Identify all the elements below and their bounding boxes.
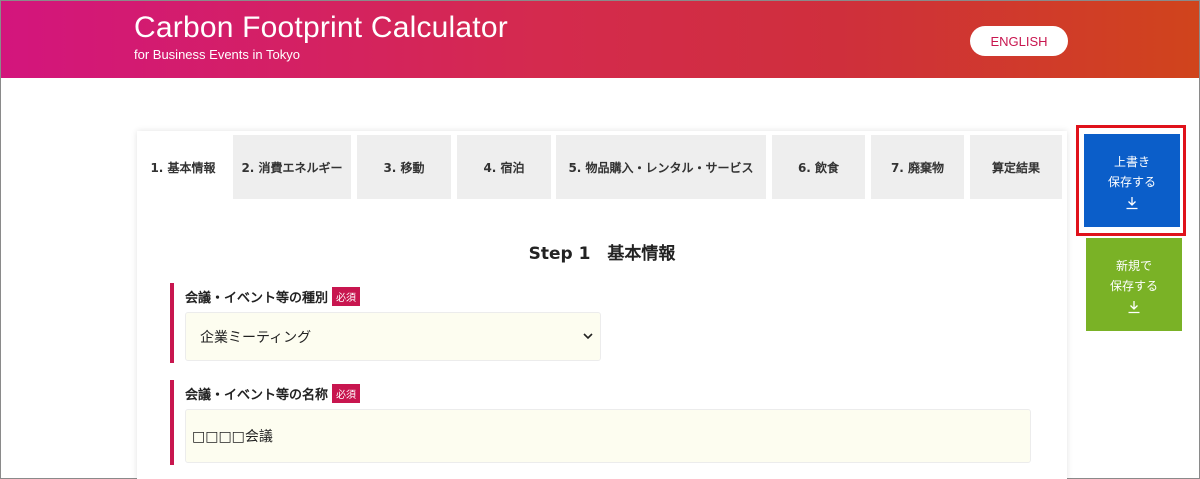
tab-food[interactable]: 6. 飲食 [772,135,865,199]
form-panel: 1. 基本情報 2. 消費エネルギー 3. 移動 4. 宿泊 5. 物品購入・レ… [137,131,1067,479]
tab-waste[interactable]: 7. 廃棄物 [871,135,964,199]
event-name-input[interactable]: □□□□会議 [185,409,1031,463]
new-save-line2: 保存する [1109,278,1158,293]
app-header: Carbon Footprint Calculator for Business… [1,1,1199,78]
new-save-line1: 新規で [1115,258,1152,273]
step-tabs: 1. 基本情報 2. 消費エネルギー 3. 移動 4. 宿泊 5. 物品購入・レ… [137,135,1067,199]
new-save-button[interactable]: 新規で 保存する [1086,238,1182,331]
tab-basic-info[interactable]: 1. 基本情報 [137,135,229,199]
tab-purchases[interactable]: 5. 物品購入・レンタル・サービス [556,135,766,199]
download-icon [1128,300,1140,313]
chevron-down-icon [583,333,593,340]
highlight-frame [1076,125,1186,236]
event-type-value: 企業ミーティング [200,329,312,346]
event-type-select[interactable]: 企業ミーティング [185,312,601,361]
app-subtitle: for Business Events in Tokyo [134,47,300,62]
event-name-label: 会議・イベント等の名称 必須 [185,384,361,403]
tab-transport[interactable]: 3. 移動 [357,135,451,199]
event-name-label-text: 会議・イベント等の名称 [185,388,329,403]
english-language-button[interactable]: ENGLISH [970,26,1068,56]
required-badge: 必須 [332,384,361,403]
step-title: Step 1 基本情報 [528,244,676,264]
event-type-label: 会議・イベント等の種別 必須 [185,287,361,306]
tab-energy[interactable]: 2. 消費エネルギー [233,135,351,199]
tab-accommodation[interactable]: 4. 宿泊 [457,135,551,199]
tab-results[interactable]: 算定結果 [970,135,1062,199]
app-title: Carbon Footprint Calculator [134,11,508,44]
event-name-value: □□□□会議 [192,429,273,445]
field-accent-bar [170,283,174,363]
required-badge: 必須 [332,287,361,306]
event-type-label-text: 会議・イベント等の種別 [185,291,329,306]
field-accent-bar [170,380,174,465]
